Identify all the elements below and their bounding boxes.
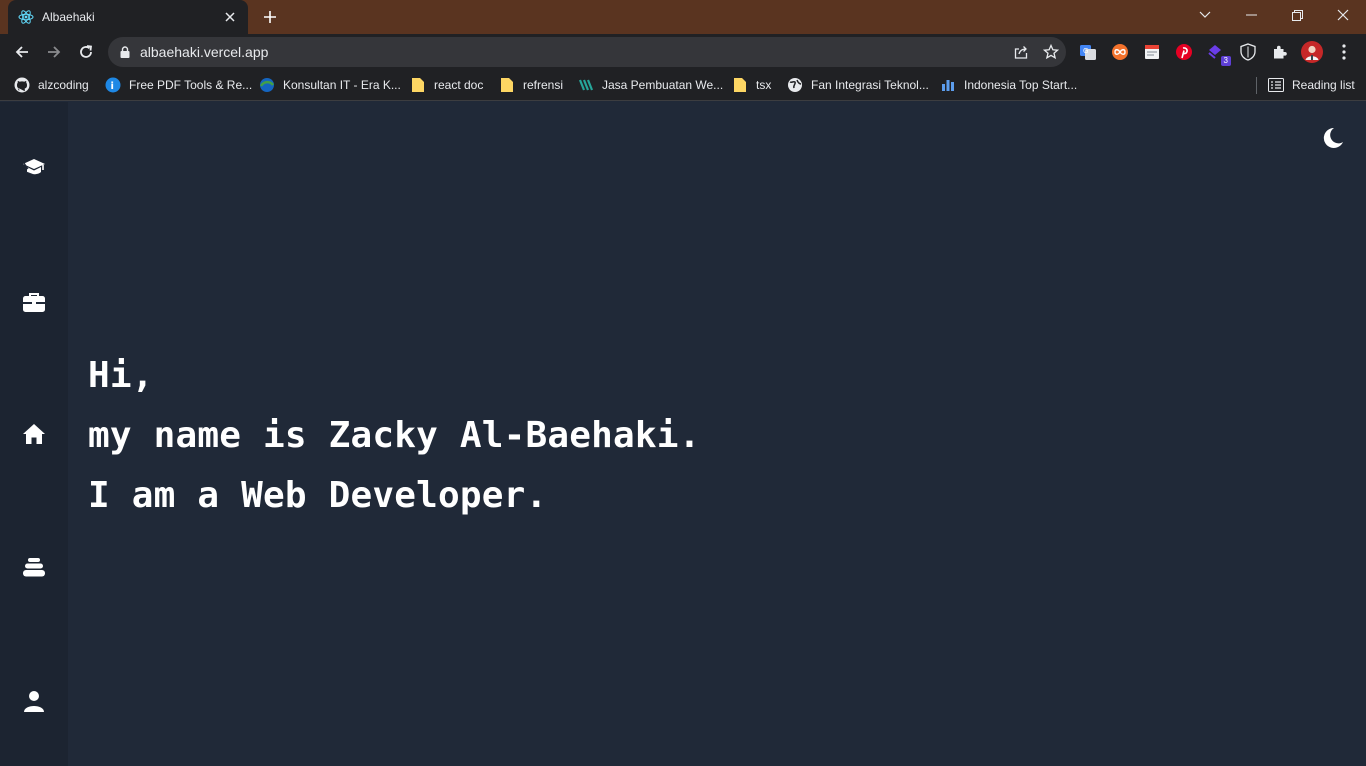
- bookmarks-bar: alzcoding i Free PDF Tools & Re... Konsu…: [0, 70, 1366, 101]
- bookmark-label: Jasa Pembuatan We...: [602, 78, 724, 92]
- bookmark-label: alzcoding: [38, 78, 89, 92]
- hero-name: my name is Zacky Al-Baehaki.: [88, 415, 701, 456]
- github-icon: [14, 77, 30, 93]
- bookmark-label: Indonesia Top Start...: [964, 78, 1078, 92]
- star-icon[interactable]: [1036, 37, 1066, 67]
- avatar[interactable]: [1301, 41, 1323, 63]
- tab-title: Albaehaki: [42, 10, 95, 24]
- chevron-down-icon[interactable]: [1182, 0, 1228, 30]
- briefcase-icon: [22, 290, 46, 314]
- browser-tab-active[interactable]: Albaehaki: [8, 0, 248, 34]
- share-icon[interactable]: [1006, 37, 1036, 67]
- url-text[interactable]: albaehaki.vercel.app: [140, 44, 1006, 60]
- bookmark-item[interactable]: alzcoding: [14, 75, 89, 95]
- restore-icon[interactable]: [1274, 0, 1320, 30]
- svg-text:i: i: [111, 81, 114, 92]
- bookmark-item[interactable]: Konsultan IT - Era K...: [259, 75, 401, 95]
- globe-icon: [787, 77, 803, 93]
- hero-intro: Hi, my name is Zacky Al-Baehaki. I am a …: [88, 346, 700, 526]
- reading-list-icon: [1268, 77, 1284, 93]
- theme-toggle-button[interactable]: [1318, 124, 1346, 152]
- close-icon[interactable]: [1320, 0, 1366, 30]
- hero-role: I am a Web Developer.: [88, 475, 548, 516]
- bookmark-label: Free PDF Tools & Re...: [129, 78, 253, 92]
- globe-color-icon: [259, 77, 275, 93]
- bookmark-label: react doc: [434, 78, 484, 92]
- hero-greeting: Hi,: [88, 355, 154, 396]
- extension-badge: 3: [1220, 56, 1231, 66]
- sidebar-item-experience[interactable]: [20, 288, 48, 316]
- bookmark-item[interactable]: refrensi: [499, 75, 563, 95]
- plus-icon[interactable]: [258, 6, 282, 28]
- site-icon: [578, 77, 594, 93]
- sidebar-item-about[interactable]: [20, 687, 48, 715]
- side-navigation: [0, 102, 68, 766]
- react-icon: [18, 9, 34, 25]
- bookmark-label: Konsultan IT - Era K...: [283, 78, 401, 92]
- bookmarks-divider: [1256, 77, 1257, 94]
- sidebar-item-education[interactable]: [20, 154, 48, 182]
- browser-title-bar: Albaehaki: [0, 0, 1366, 34]
- bookmark-label: tsx: [756, 78, 772, 92]
- bookmark-item[interactable]: i Free PDF Tools & Re...: [105, 75, 252, 95]
- pdf-tools-icon: i: [105, 77, 121, 93]
- reload-icon[interactable]: [72, 38, 100, 66]
- bookmark-item[interactable]: Indonesia Top Start...: [940, 75, 1077, 95]
- close-tab-icon[interactable]: [222, 9, 238, 25]
- notes-extension-icon[interactable]: [1141, 41, 1163, 63]
- infinity-extension-icon[interactable]: [1109, 41, 1131, 63]
- moon-icon: [1320, 126, 1344, 150]
- user-icon: [22, 689, 46, 713]
- home-icon: [22, 422, 46, 446]
- puzzle-extensions-icon[interactable]: [1269, 41, 1291, 63]
- back-arrow-icon[interactable]: [8, 38, 36, 66]
- tab-manager-extension-icon[interactable]: 3: [1205, 41, 1231, 66]
- svg-text:G: G: [1083, 47, 1088, 55]
- layers-icon: [22, 555, 46, 579]
- address-bar[interactable]: albaehaki.vercel.app: [108, 37, 1066, 67]
- reading-list-label: Reading list: [1292, 78, 1355, 92]
- folder-icon: [732, 77, 748, 93]
- browser-toolbar: albaehaki.vercel.app G 3: [0, 34, 1366, 70]
- forward-arrow-icon[interactable]: [40, 38, 68, 66]
- bookmark-item[interactable]: react doc: [410, 75, 483, 95]
- shield-icon[interactable]: [1237, 41, 1259, 63]
- bar-chart-icon: [940, 77, 956, 93]
- lock-icon[interactable]: [120, 46, 130, 58]
- folder-icon: [499, 77, 515, 93]
- reading-list-button[interactable]: Reading list: [1268, 75, 1355, 95]
- bookmark-item[interactable]: tsx: [732, 75, 771, 95]
- minimize-icon[interactable]: [1228, 0, 1274, 30]
- bookmark-item[interactable]: Fan Integrasi Teknol...: [787, 75, 929, 95]
- bookmark-label: refrensi: [523, 78, 564, 92]
- sidebar-item-stack[interactable]: [20, 553, 48, 581]
- bookmark-item[interactable]: Jasa Pembuatan We...: [578, 75, 723, 95]
- page-content: Hi, my name is Zacky Al-Baehaki. I am a …: [0, 102, 1366, 766]
- sidebar-item-home[interactable]: [20, 420, 48, 448]
- folder-icon: [410, 77, 426, 93]
- bookmark-label: Fan Integrasi Teknol...: [811, 78, 929, 92]
- kebab-menu-icon[interactable]: [1333, 41, 1355, 63]
- translate-extension-icon[interactable]: G: [1077, 41, 1099, 63]
- graduation-cap-icon: [22, 156, 46, 180]
- pinterest-icon[interactable]: [1173, 41, 1195, 63]
